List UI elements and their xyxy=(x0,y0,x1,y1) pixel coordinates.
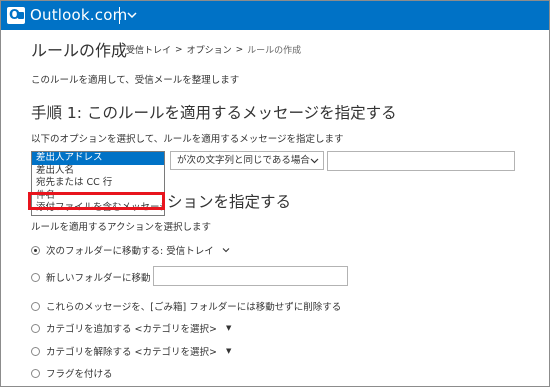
outlook-logo-icon[interactable]: O xyxy=(7,7,25,24)
action-label: カテゴリを解除する <カテゴリを選択> xyxy=(46,347,217,358)
brand-name[interactable]: Outlook.com xyxy=(30,6,127,25)
chevron-down-icon xyxy=(310,158,319,164)
condition-text-input[interactable] xyxy=(327,151,515,171)
caret-down-icon[interactable]: ▼ xyxy=(226,347,231,355)
step2-heading-visible: ションを指定する xyxy=(167,193,292,211)
action-move-to-new-folder[interactable]: 新しいフォルダーに移動 xyxy=(31,270,151,284)
dropdown-option-sender-address[interactable]: 差出人アドレス xyxy=(32,152,164,165)
radio-button[interactable] xyxy=(31,301,40,311)
page-title: ルールの作成 xyxy=(31,41,128,60)
divider xyxy=(119,7,120,24)
condition-select[interactable]: が次の文字列と同じである場合 xyxy=(170,151,324,170)
dropdown-option-sender-name[interactable]: 差出人名 xyxy=(32,165,164,178)
caret-down-icon[interactable]: ▼ xyxy=(226,324,231,332)
action-label: 次のフォルダーに移動する: 受信トレイ xyxy=(46,246,214,257)
action-flag[interactable]: フラグを付ける xyxy=(31,366,113,380)
breadcrumb-current: ルールの作成 xyxy=(247,46,302,56)
radio-button[interactable] xyxy=(31,272,40,282)
breadcrumb-inbox[interactable]: 受信トレイ xyxy=(126,43,171,56)
top-bar: O Outlook.com xyxy=(1,1,549,30)
breadcrumb-separator: > xyxy=(175,44,183,55)
radio-button[interactable] xyxy=(31,346,40,356)
new-folder-input[interactable] xyxy=(153,266,348,286)
action-label: 新しいフォルダーに移動 xyxy=(46,273,151,284)
dropdown-option-to-cc[interactable]: 宛先または CC 行 xyxy=(32,177,164,190)
action-label: フラグを付ける xyxy=(46,369,113,380)
action-delete[interactable]: これらのメッセージを、[ごみ箱] フォルダーには移動せずに削除する xyxy=(31,299,341,313)
radio-button[interactable] xyxy=(31,323,40,333)
action-remove-category[interactable]: カテゴリを解除する <カテゴリを選択> ▼ xyxy=(31,344,231,358)
condition-select-value: が次の文字列と同じである場合 xyxy=(177,155,310,166)
action-label: カテゴリを追加する <カテゴリを選択> xyxy=(46,324,217,335)
step2-description: ルールを適用するアクションを選択します xyxy=(31,222,212,233)
page-intro: このルールを適用して、受信メールを整理します xyxy=(31,75,240,86)
chevron-down-icon[interactable] xyxy=(222,246,230,254)
step1-description: 以下のオプションを選択して、ルールを適用するメッセージを指定します xyxy=(31,134,344,145)
app-switcher-chevron-icon[interactable] xyxy=(126,9,138,21)
breadcrumb-options[interactable]: オプション xyxy=(187,43,232,56)
breadcrumb-separator: > xyxy=(235,44,244,55)
action-add-category[interactable]: カテゴリを追加する <カテゴリを選択> ▼ xyxy=(31,321,231,335)
breadcrumb: 受信トレイ > オプション > ルールの作成 xyxy=(126,43,302,57)
step1-heading: 手順 1: このルールを適用するメッセージを指定する xyxy=(31,104,397,122)
radio-button[interactable] xyxy=(31,368,40,378)
action-move-to-folder[interactable]: 次のフォルダーに移動する: 受信トレイ xyxy=(31,243,230,257)
highlight-box xyxy=(28,192,165,210)
radio-button[interactable] xyxy=(31,245,40,255)
action-label: これらのメッセージを、[ごみ箱] フォルダーには移動せずに削除する xyxy=(46,302,342,313)
